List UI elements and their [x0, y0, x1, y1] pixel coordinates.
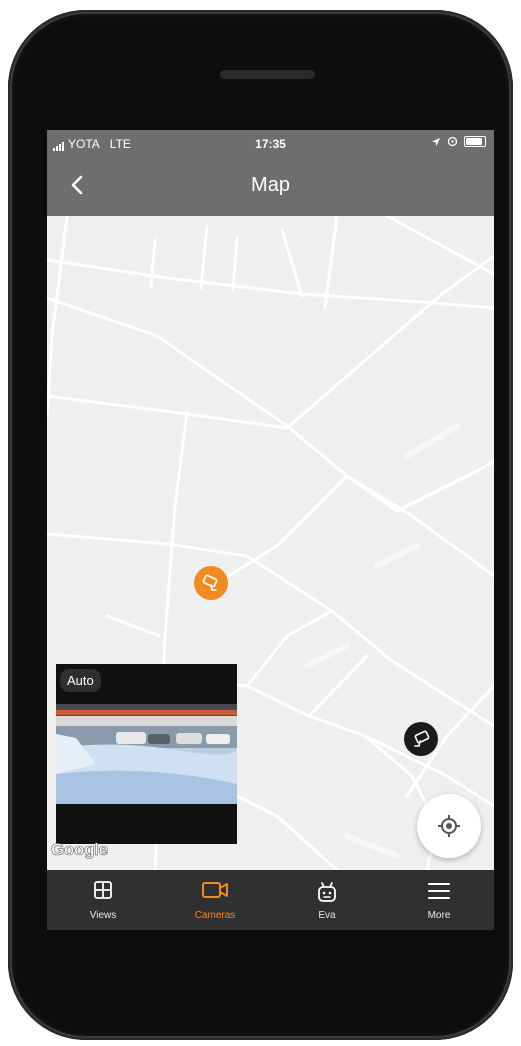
tab-label: Views: [89, 910, 117, 921]
preview-label: Auto: [60, 669, 101, 692]
alarm-icon: [447, 136, 458, 147]
camera-icon: [202, 574, 218, 591]
tab-more[interactable]: More: [383, 870, 494, 930]
menu-icon: [428, 883, 450, 899]
camera-preview[interactable]: Auto: [56, 664, 237, 844]
map-view[interactable]: Auto Google: [47, 216, 494, 870]
tab-label: More: [427, 910, 451, 921]
camera-marker[interactable]: [404, 722, 438, 756]
status-right: [431, 136, 486, 147]
location-arrow-icon: [432, 137, 440, 146]
status-time: 17:35: [255, 137, 286, 151]
page-title: Map: [251, 174, 290, 196]
status-bar: YOTA LTE 17:35: [47, 130, 494, 156]
locate-me-button[interactable]: [417, 794, 481, 858]
crosshair-icon: [438, 815, 460, 837]
tab-cameras[interactable]: Cameras: [159, 870, 271, 930]
camera-icon: [202, 882, 228, 898]
tab-eva[interactable]: Eva: [271, 870, 383, 930]
battery-icon: [464, 136, 486, 147]
camera-icon: [414, 730, 430, 747]
grid-icon: [94, 881, 112, 899]
phone-speaker: [220, 70, 315, 79]
app-screen: YOTA LTE 17:35 Map Auto Google Views Cam…: [47, 130, 494, 930]
camera-marker-active[interactable]: [194, 566, 228, 600]
tab-label: Eva: [318, 910, 336, 921]
google-attribution: Google: [51, 840, 109, 860]
camera-snapshot: [56, 704, 237, 804]
robot-icon: [318, 882, 336, 902]
navigation-bar: Map: [47, 156, 494, 216]
tab-views[interactable]: Views: [47, 870, 159, 930]
tab-bar: Views Cameras Eva More: [47, 870, 494, 930]
tab-label: Cameras: [194, 910, 236, 921]
